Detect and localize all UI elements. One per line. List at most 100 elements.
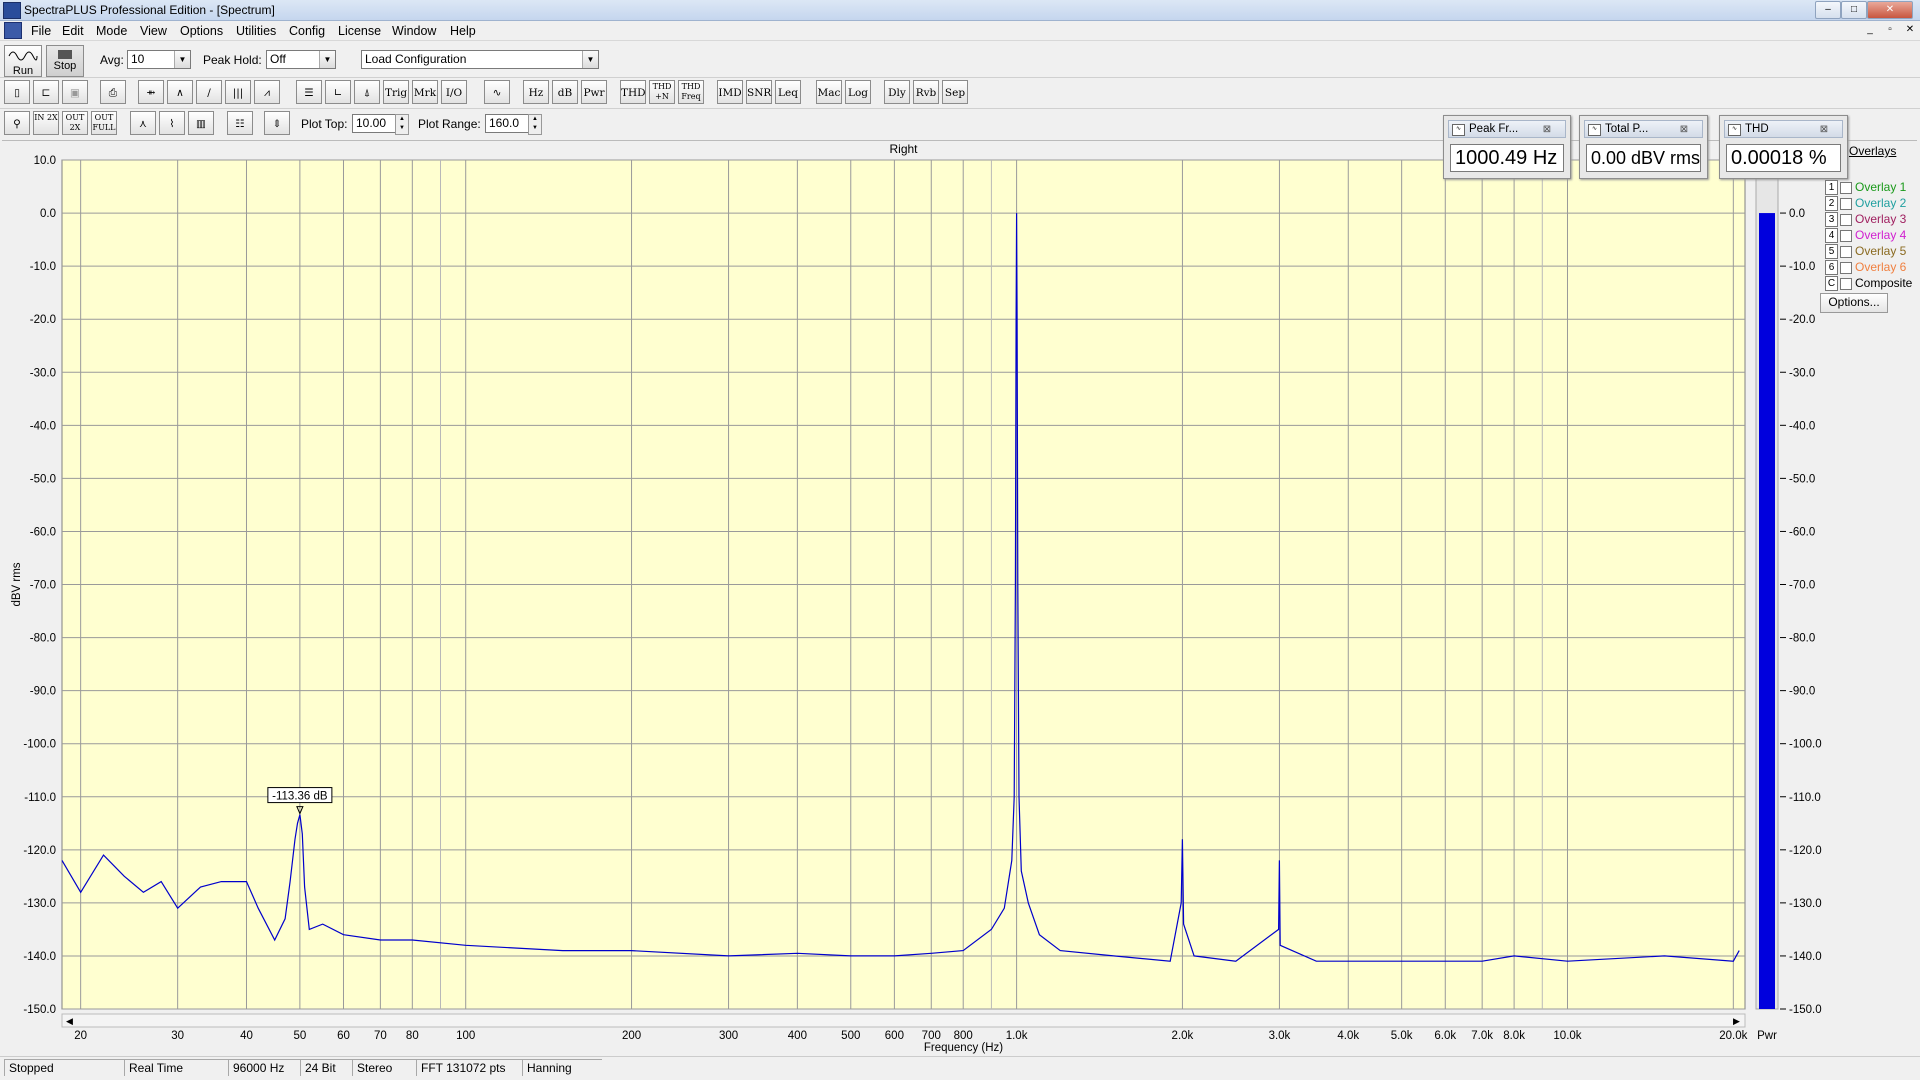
stop-icon bbox=[58, 50, 72, 59]
properties-button[interactable]: ☷ bbox=[227, 111, 253, 135]
overlay-checkbox[interactable] bbox=[1840, 182, 1852, 194]
sep-button[interactable]: Sep bbox=[942, 80, 968, 104]
peak-button[interactable]: ⋏ bbox=[130, 111, 156, 135]
report-button[interactable]: ☰ bbox=[296, 80, 322, 104]
x-tick-label: 8.0k bbox=[1503, 1030, 1525, 1042]
overlay-checkbox[interactable] bbox=[1840, 230, 1852, 242]
line-plot-button[interactable]: ⌇ bbox=[159, 111, 185, 135]
document-icon[interactable] bbox=[4, 22, 22, 39]
run-button[interactable]: Run bbox=[4, 45, 42, 77]
trigger-button[interactable]: Trig bbox=[383, 80, 409, 104]
status-fft-size: FFT 131072 pts bbox=[416, 1059, 522, 1076]
thd-n-button[interactable]: THD +N bbox=[649, 80, 675, 104]
right-y-tick-label: -120.0 bbox=[1789, 845, 1822, 857]
mac-button[interactable]: Mac bbox=[816, 80, 842, 104]
menu-help[interactable]: Help bbox=[450, 24, 476, 38]
peak-icon: ⋏ bbox=[139, 118, 147, 130]
menu-options[interactable]: Options bbox=[180, 24, 223, 38]
db-button[interactable]: dB bbox=[552, 80, 578, 104]
generator-button[interactable]: ⍋ bbox=[354, 80, 380, 104]
plot-range-input[interactable]: 160.0 ▲ ▼ bbox=[485, 114, 542, 135]
rvb-button[interactable]: Rvb bbox=[913, 80, 939, 104]
hz-button[interactable]: Hz bbox=[523, 80, 549, 104]
mdi-close-button[interactable]: ✕ bbox=[1902, 24, 1918, 37]
thd-freq-button[interactable]: THD Freq bbox=[678, 80, 704, 104]
mdi-restore-button[interactable]: ▫ bbox=[1882, 24, 1898, 37]
signal-generator-button[interactable]: ∿ bbox=[484, 80, 510, 104]
print-button[interactable]: ⎙ bbox=[100, 80, 126, 104]
x-tick-label: 700 bbox=[922, 1030, 941, 1042]
save-button[interactable]: ▣ bbox=[62, 80, 88, 104]
log-button[interactable]: Log bbox=[845, 80, 871, 104]
meter-icon: ∿ bbox=[1588, 124, 1601, 136]
peak-frequency-meter[interactable]: ∿ Peak Fr... ⊠ 1000.49 Hz bbox=[1443, 115, 1571, 179]
spin-arrows-icon[interactable]: ▲ ▼ bbox=[395, 114, 409, 135]
imd-button[interactable]: IMD bbox=[717, 80, 743, 104]
io-button[interactable]: I/O bbox=[441, 80, 467, 104]
snr-button[interactable]: SNR bbox=[746, 80, 772, 104]
minimize-button[interactable]: – bbox=[1815, 1, 1841, 19]
total-power-meter[interactable]: ∿ Total P... ⊠ 0.00 dBV rms bbox=[1579, 115, 1708, 179]
close-icon[interactable]: ⊠ bbox=[1537, 124, 1557, 135]
plot-top-input[interactable]: 10.00 ▲ ▼ bbox=[352, 114, 409, 135]
avg-select[interactable]: 10 ▼ bbox=[127, 50, 191, 69]
stereo-button[interactable]: ⇻ bbox=[138, 80, 164, 104]
spectrogram-button[interactable]: ||| bbox=[225, 80, 251, 104]
close-icon[interactable]: ⊠ bbox=[1814, 124, 1834, 135]
configuration-select[interactable]: Load Configuration ▼ bbox=[361, 50, 599, 69]
overlay-checkbox[interactable] bbox=[1840, 214, 1852, 226]
thd-meter[interactable]: ∿ THD ⊠ 0.00018 % bbox=[1719, 115, 1848, 179]
close-icon[interactable]: ⊠ bbox=[1674, 124, 1694, 135]
scale-button[interactable]: ⇕ bbox=[264, 111, 290, 135]
time-series-button[interactable]: / bbox=[196, 80, 222, 104]
zoom-button[interactable]: ⚲ bbox=[4, 111, 30, 135]
power-meter-label: Pwr bbox=[1757, 1030, 1777, 1042]
overlay-options-button[interactable]: Options... bbox=[1820, 293, 1888, 313]
overlays-header[interactable]: Overlays bbox=[1849, 144, 1896, 158]
pwr-button[interactable]: Pwr bbox=[581, 80, 607, 104]
new-file-button[interactable]: ▯ bbox=[4, 80, 30, 104]
zoom-out-full-button[interactable]: OUT FULL bbox=[91, 111, 117, 135]
menu-license[interactable]: License bbox=[338, 24, 381, 38]
marker-button[interactable]: Mrk bbox=[412, 80, 438, 104]
right-y-tick-label: -20.0 bbox=[1789, 314, 1815, 326]
zoom-out-2x-button[interactable]: OUT 2X bbox=[62, 111, 88, 135]
thd-button[interactable]: THD bbox=[620, 80, 646, 104]
x-tick-label: 50 bbox=[293, 1030, 306, 1042]
overlay-checkbox[interactable] bbox=[1840, 198, 1852, 210]
open-file-button[interactable]: ⊏ bbox=[33, 80, 59, 104]
spectrum-view-button[interactable]: ∧ bbox=[167, 80, 193, 104]
3d-surface-button[interactable]: ⩘ bbox=[254, 80, 280, 104]
run-label: Run bbox=[12, 65, 34, 77]
menu-window[interactable]: Window bbox=[392, 24, 436, 38]
menu-view[interactable]: View bbox=[140, 24, 167, 38]
peak-hold-select[interactable]: Off ▼ bbox=[266, 50, 336, 69]
time-series-icon: / bbox=[207, 87, 211, 99]
menu-edit[interactable]: Edit bbox=[62, 24, 84, 38]
right-y-tick-label: -70.0 bbox=[1789, 580, 1815, 592]
menu-utilities[interactable]: Utilities bbox=[236, 24, 276, 38]
overlay-checkbox[interactable] bbox=[1840, 262, 1852, 274]
stop-button[interactable]: Stop bbox=[46, 45, 84, 77]
axis-button[interactable]: ∟ bbox=[325, 80, 351, 104]
y-tick-label: -150.0 bbox=[23, 1004, 56, 1016]
scale-icon: ⇕ bbox=[272, 118, 282, 130]
horizontal-scrollbar bbox=[61, 1013, 1746, 1028]
leq-button[interactable]: Leq bbox=[775, 80, 801, 104]
dly-button[interactable]: Dly bbox=[884, 80, 910, 104]
zoom-in-2x-button[interactable]: IN 2X bbox=[33, 111, 59, 135]
right-y-tick-label: -80.0 bbox=[1789, 633, 1815, 645]
spin-arrows-icon[interactable]: ▲ ▼ bbox=[528, 114, 542, 135]
stop-label: Stop bbox=[53, 60, 77, 72]
menu-config[interactable]: Config bbox=[289, 24, 325, 38]
bar-plot-button[interactable]: ▥ bbox=[188, 111, 214, 135]
overlay-checkbox[interactable] bbox=[1840, 246, 1852, 258]
mdi-minimize-button[interactable]: _ bbox=[1862, 24, 1878, 37]
close-button[interactable]: ✕ bbox=[1867, 1, 1913, 19]
menu-file[interactable]: File bbox=[31, 24, 51, 38]
status-mode: Real Time bbox=[124, 1059, 228, 1076]
menu-mode[interactable]: Mode bbox=[96, 24, 127, 38]
spectrum-chart[interactable]: 10.0 0.0 0.0 -10.0 -10.0 -20.0 -20.0 -30.0 -30.0… bbox=[2, 141, 1917, 1061]
overlay-checkbox[interactable] bbox=[1840, 278, 1852, 290]
maximize-button[interactable]: □ bbox=[1841, 1, 1867, 19]
